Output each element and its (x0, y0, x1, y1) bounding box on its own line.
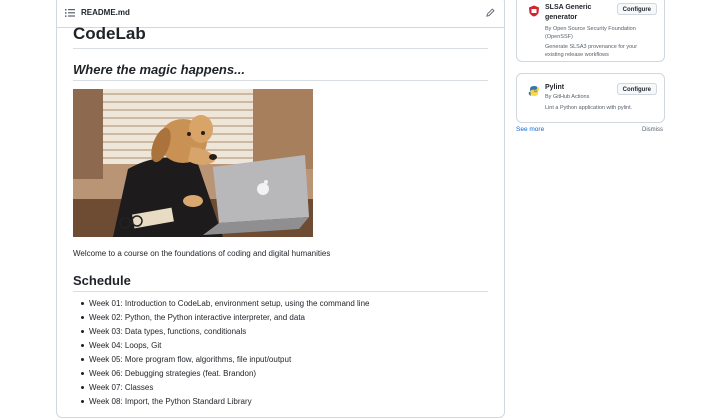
dog-laptop-image (73, 89, 313, 237)
schedule-item: Week 07: Classes (73, 383, 369, 397)
dismiss-link[interactable]: Dismiss (642, 127, 663, 133)
see-more-link[interactable]: See more (516, 126, 544, 133)
workflow-card-slsa: SLSA Generic generator By Open Source Se… (516, 0, 665, 62)
slsa-shield-icon (529, 5, 539, 17)
configure-button[interactable]: Configure (616, 83, 657, 95)
schedule-divider (73, 291, 488, 292)
title-divider (73, 48, 488, 49)
tagline-divider (73, 80, 488, 81)
schedule-heading: Schedule (73, 273, 131, 288)
card-description: Lint a Python application with pylint. (545, 105, 633, 111)
readme-panel: README.md CodeLab Where the magic happen… (56, 0, 505, 418)
card-title[interactable]: Pylint (545, 83, 615, 93)
readme-title: CodeLab (73, 24, 146, 43)
schedule-item: Week 08: Import, the Python Standard Lib… (73, 397, 369, 411)
readme-filename[interactable]: README.md (81, 8, 130, 17)
schedule-item: Week 04: Loops, Git (73, 341, 369, 355)
schedule-item: Week 02: Python, the Python interactive … (73, 313, 369, 327)
schedule-item: Week 01: Introduction to CodeLab, enviro… (73, 299, 369, 313)
dog-laptop-illustration (73, 89, 313, 237)
schedule-item: Week 05: More program flow, algorithms, … (73, 355, 369, 369)
workflow-card-pylint: Pylint By GitHub Actions Lint a Python a… (516, 73, 665, 123)
card-author: By Open Source Security Foundation (Open… (545, 26, 636, 40)
outline-list-icon[interactable] (65, 9, 75, 17)
pencil-icon[interactable] (486, 8, 495, 17)
configure-button[interactable]: Configure (616, 3, 657, 15)
card-description: Generate SLSA3 provenance for your exist… (545, 44, 638, 58)
card-title[interactable]: SLSA Generic generator (545, 3, 615, 23)
welcome-text: Welcome to a course on the foundations o… (73, 249, 331, 258)
schedule-list: Week 01: Introduction to CodeLab, enviro… (73, 299, 369, 411)
schedule-item: Week 06: Debugging strategies (feat. Bra… (73, 369, 369, 383)
python-icon (528, 86, 540, 96)
readme-tagline: Where the magic happens... (73, 62, 245, 77)
schedule-item: Week 03: Data types, functions, conditio… (73, 327, 369, 341)
